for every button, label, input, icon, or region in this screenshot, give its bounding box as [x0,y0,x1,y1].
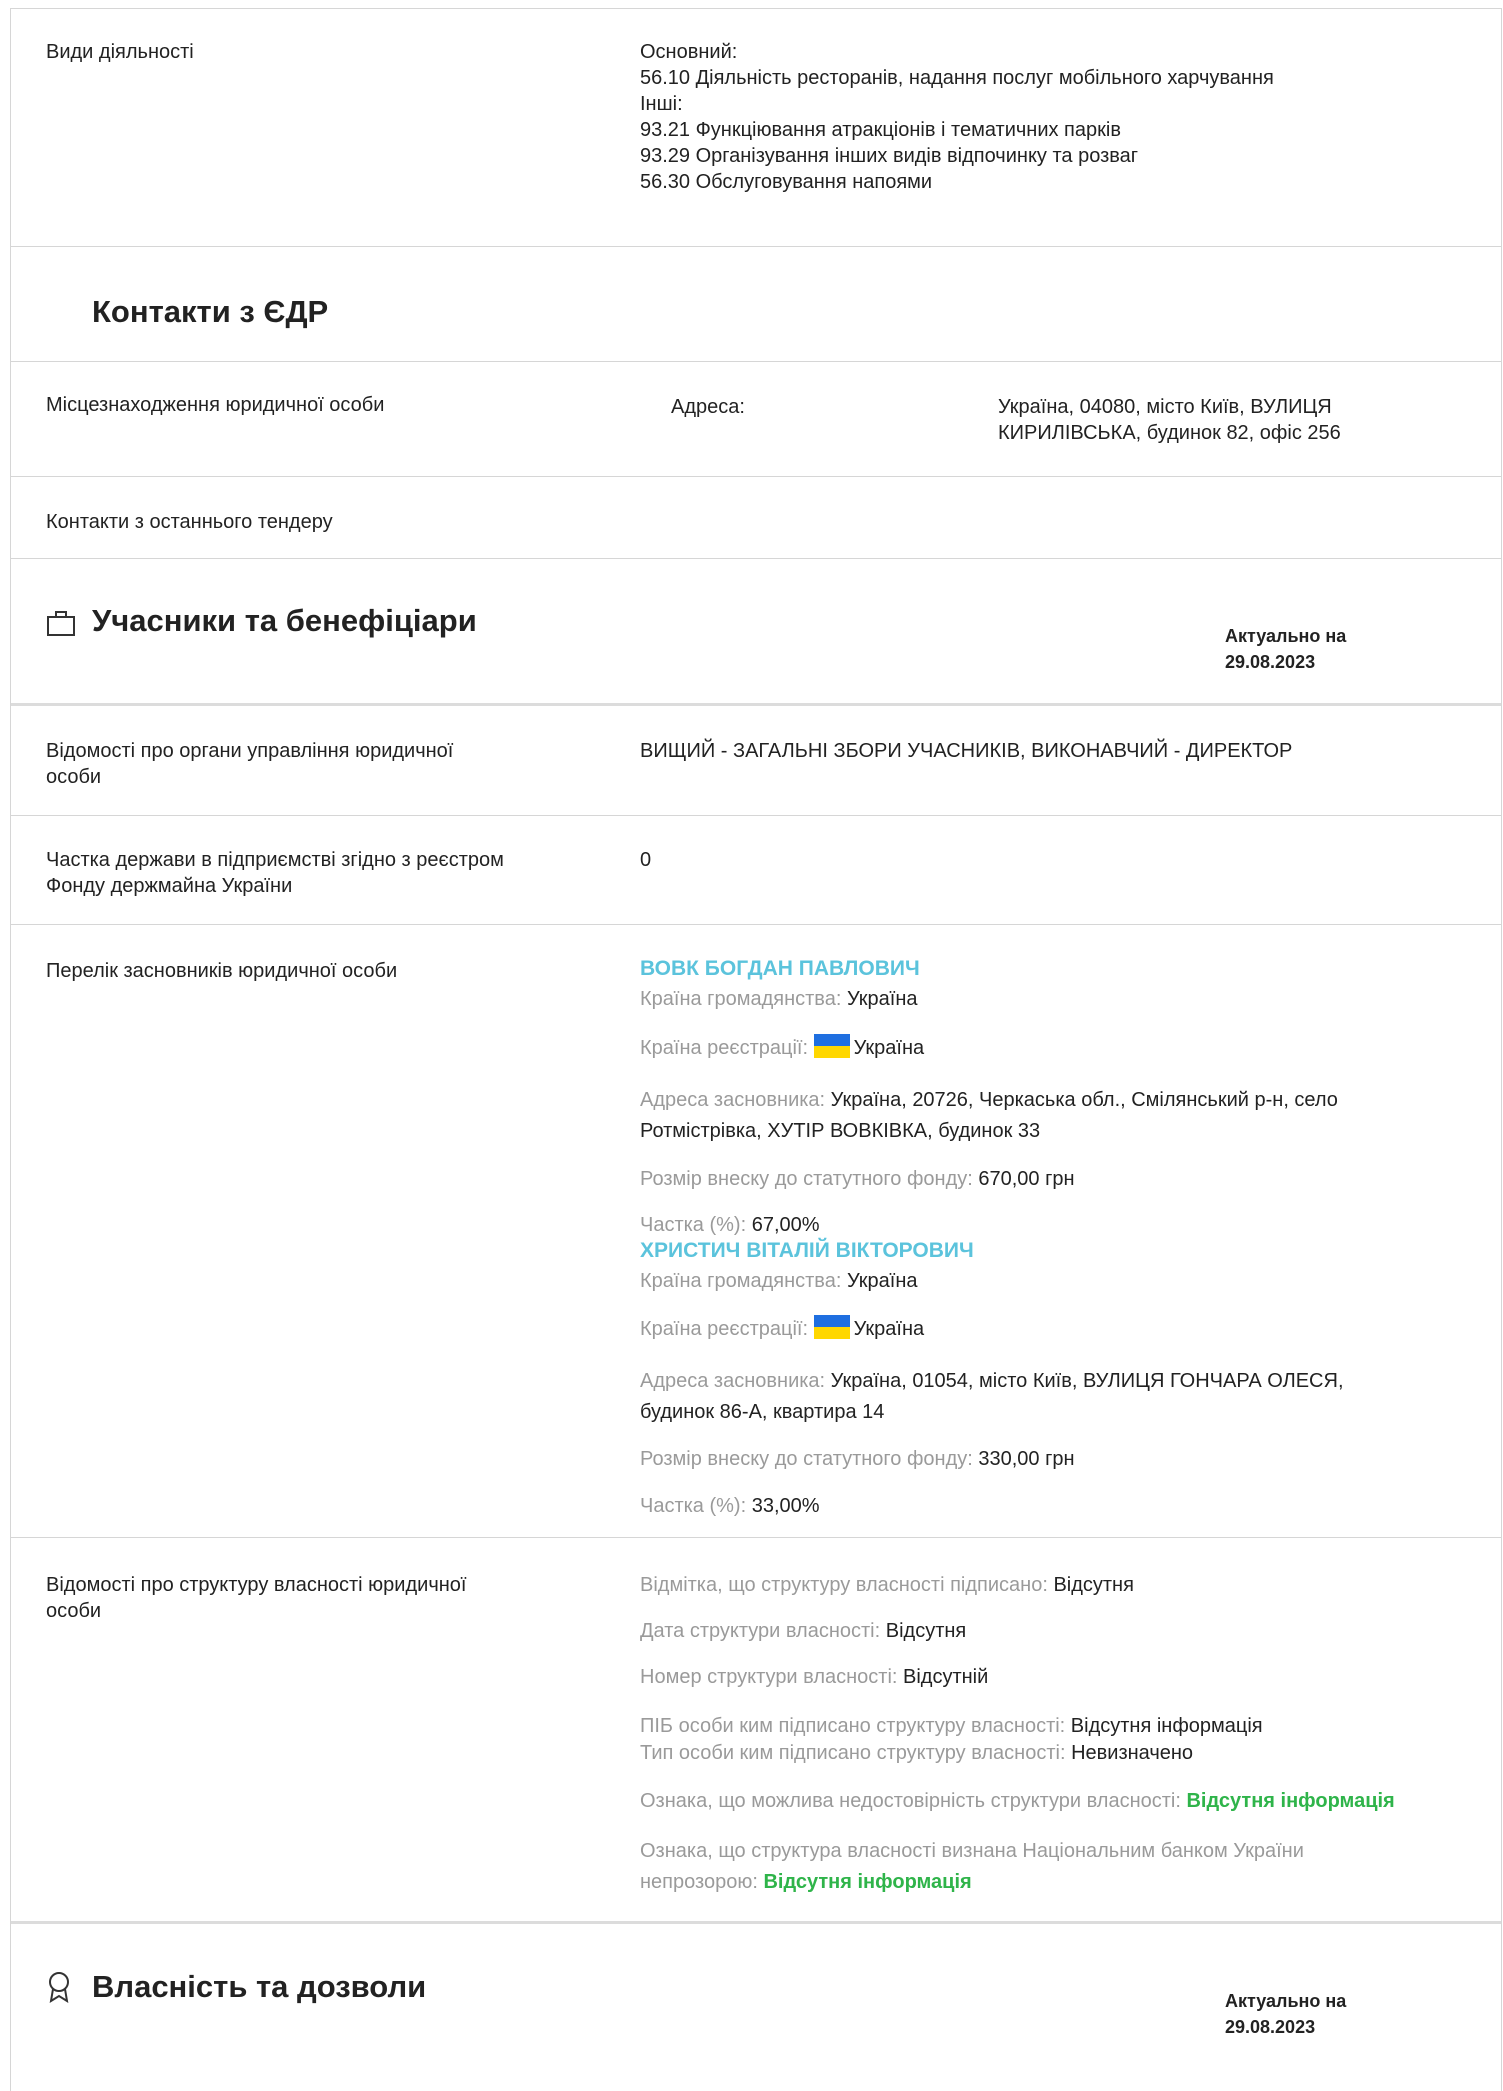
founder-name[interactable]: ВОВК БОГДАН ПАВЛОВИЧ [640,956,920,982]
founders-label: Перелік засновників юридичної особи [46,960,398,982]
location-label: Місцезнаходження юридичної особи [46,394,385,416]
address-value: Україна, 04080, місто Київ, ВУЛИЦЯ КИРИЛ… [998,396,1341,444]
divider [11,476,1501,477]
activities-other-item: 93.21 Функціювання атракціонів і тематич… [640,119,1121,141]
briefcase-icon [46,609,76,642]
activities-list: Основний: 56.10 Діяльність ресторанів, н… [640,39,1274,195]
ownership-unreliable: Ознака, що можлива недостовірність струк… [640,1790,1395,1812]
founder-contribution: Розмір внеску до статутного фонду: 330,0… [640,1448,1075,1470]
activities-other-heading: Інші: [640,93,683,115]
ownership-number: Номер структури власності: Відсутній [640,1666,989,1688]
activities-other-item: 56.30 Обслуговування напоями [640,171,933,193]
founder-share: Частка (%): 33,00% [640,1495,820,1517]
founder-citizenship: Країна громадянства: Україна [640,988,918,1010]
ownership-label: Відомості про структуру власності юридич… [46,1574,467,1622]
activities-main-item: 56.10 Діяльність ресторанів, надання пос… [640,67,1274,89]
founder-citizenship: Країна громадянства: Україна [640,1270,918,1292]
founder-share: Частка (%): 67,00% [640,1214,820,1236]
activities-main-heading: Основний: [640,41,738,63]
ownership-signed: Відмітка, що структуру власності підписа… [640,1574,1134,1596]
founder-address: Адреса засновника: Україна, 01054, місто… [640,1370,1344,1423]
ownership-date: Дата структури власності: Відсутня [640,1620,967,1642]
activities-other-item: 93.29 Організування інших видів відпочин… [640,145,1139,167]
award-icon [47,1971,71,2008]
address-label: Адреса: [671,396,745,418]
founder-address: Адреса засновника: Україна, 20726, Черка… [640,1089,1338,1142]
activities-label: Види діяльності [46,41,194,63]
property-section-title: Власність та дозволи [92,1969,427,2004]
state-share-label: Частка держави в підприємстві згідно з р… [46,849,504,897]
state-share-value: 0 [640,849,652,871]
management-label: Відомості про органи управління юридично… [46,740,454,788]
ownership-signer: ПІБ особи ким підписано структуру власно… [640,1715,1263,1737]
founder-registration: Країна реєстрації: Україна [640,1315,924,1342]
divider [11,558,1501,559]
divider [11,361,1501,362]
divider [11,1921,1501,1924]
divider [11,246,1501,247]
ukraine-flag-icon [813,1315,850,1339]
ownership-opaque: Ознака, що структура власності визнана Н… [640,1840,1304,1893]
divider [11,815,1501,816]
founder-contribution: Розмір внеску до статутного фонду: 670,0… [640,1168,1075,1190]
founder-name[interactable]: ХРИСТИЧ ВІТАЛІЙ ВІКТОРОВИЧ [640,1238,974,1264]
property-actual-date: Актуально на 29.08.2023 [1225,1991,1347,2037]
participants-actual-date: Актуально на 29.08.2023 [1225,626,1347,672]
company-card: Види діяльності Основний: 56.10 Діяльніс… [10,8,1502,2091]
participants-section-title: Учасники та бенефіціари [92,603,477,638]
founder-registration: Країна реєстрації: Україна [640,1034,924,1061]
contacts-section-title: Контакти з ЄДР [92,294,329,329]
divider [11,924,1501,925]
divider [11,1537,1501,1538]
ownership-signer-type: Тип особи ким підписано структуру власно… [640,1742,1194,1764]
ukraine-flag-icon [813,1034,850,1058]
divider [11,703,1501,706]
management-value: ВИЩИЙ - ЗАГАЛЬНІ ЗБОРИ УЧАСНИКІВ, ВИКОНА… [640,740,1293,762]
tender-contacts-label: Контакти з останнього тендеру [46,511,333,533]
